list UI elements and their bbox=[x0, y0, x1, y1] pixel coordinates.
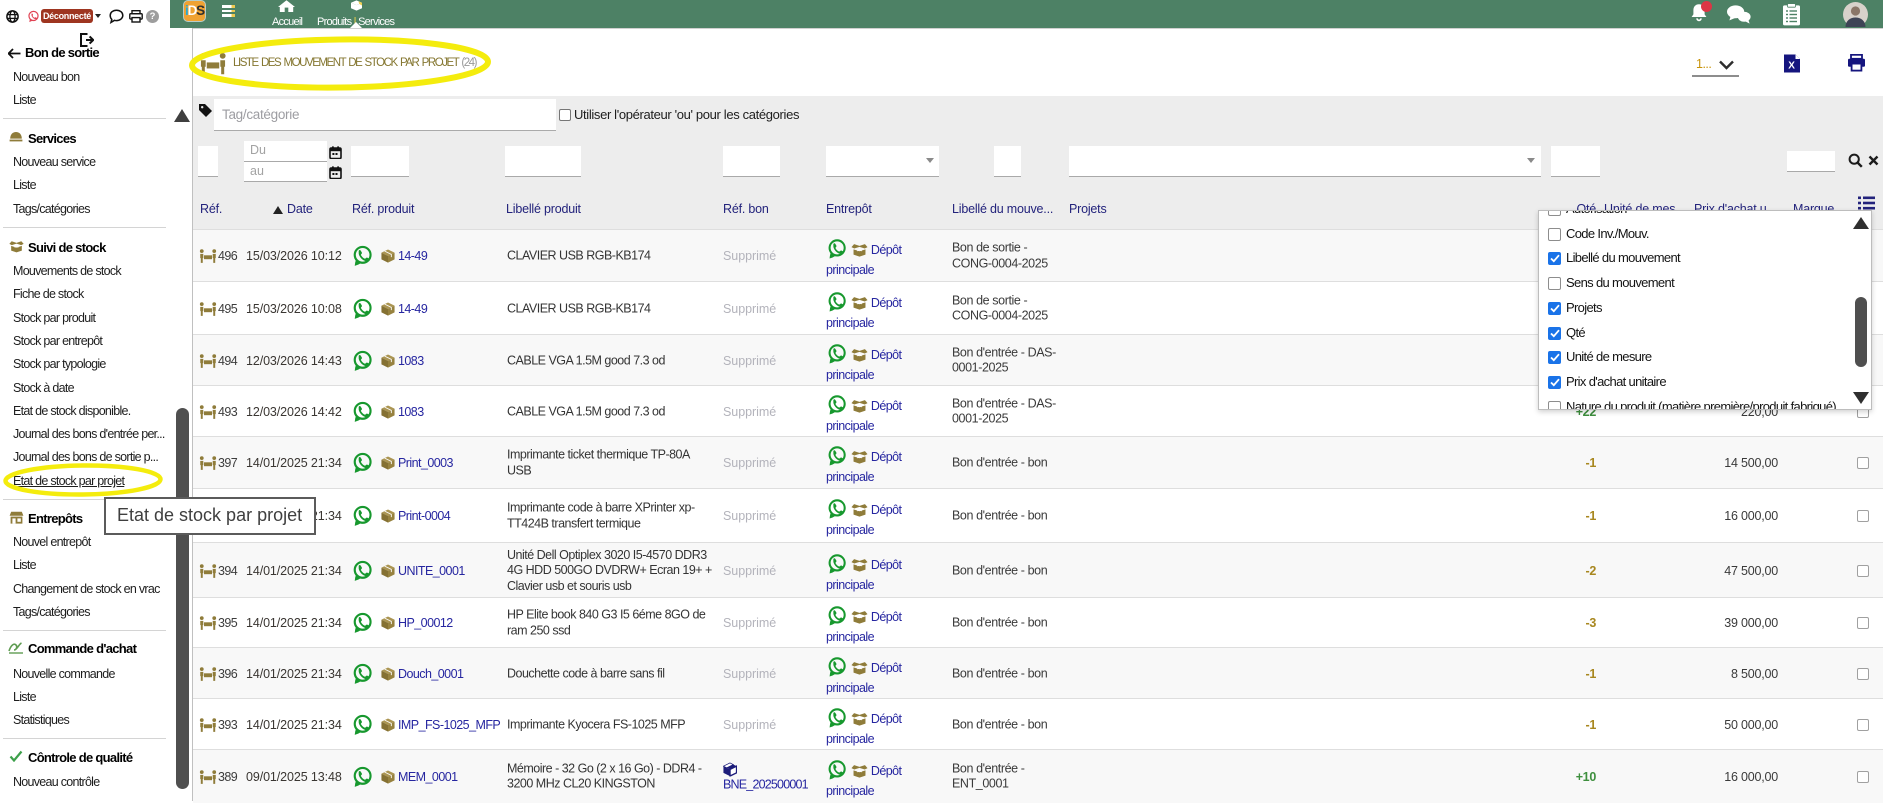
svg-text:X: X bbox=[1788, 61, 1795, 72]
